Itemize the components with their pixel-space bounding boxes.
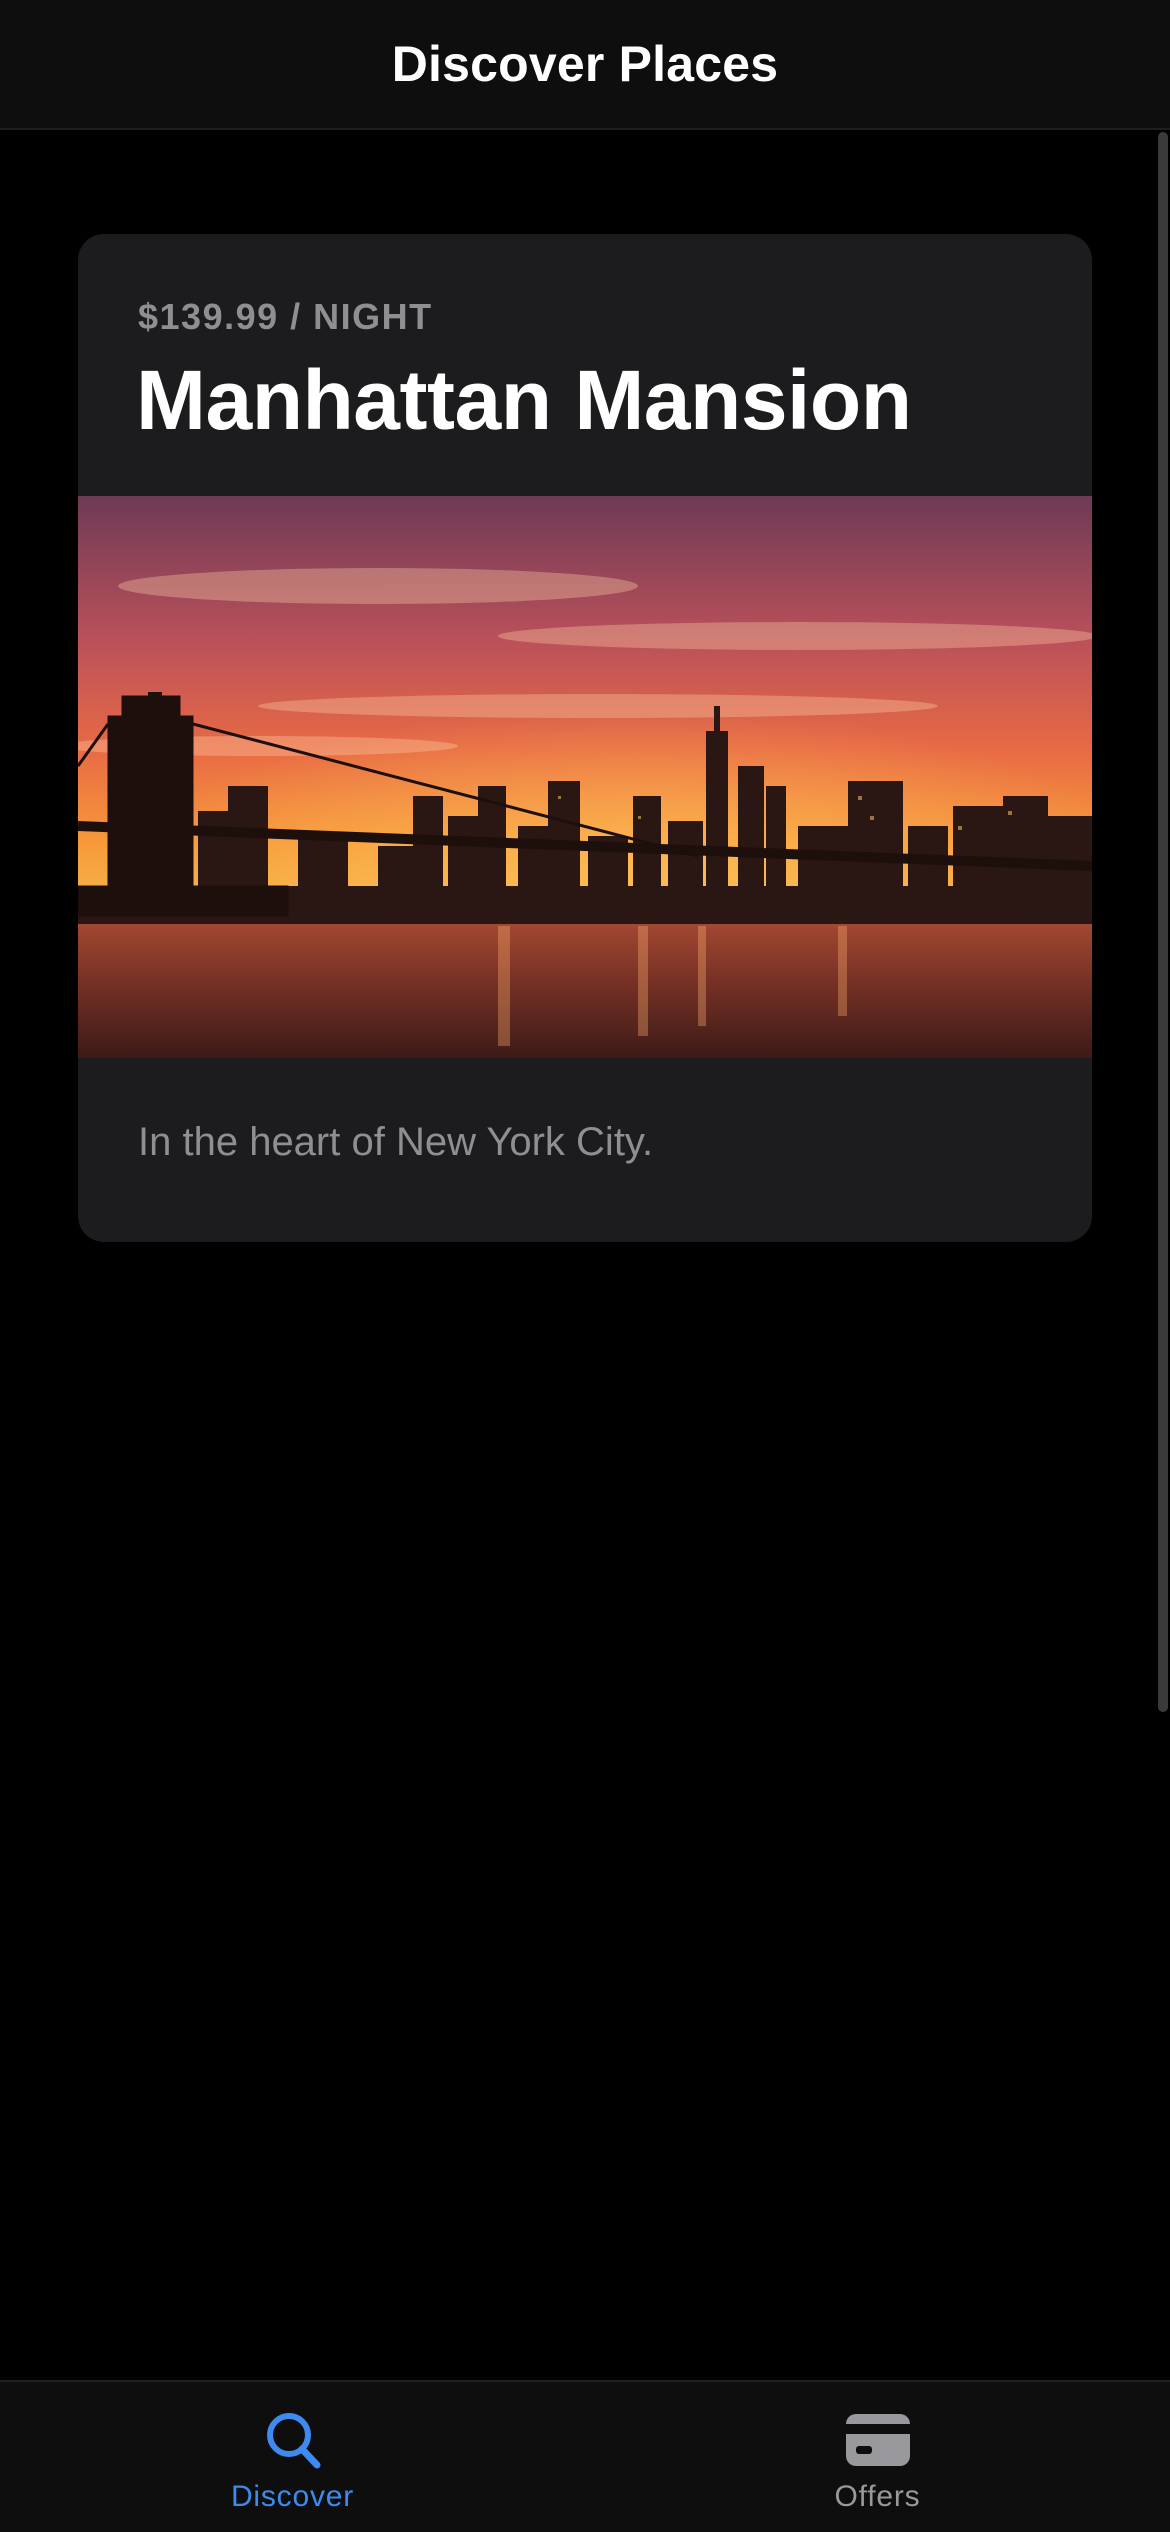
tab-offers-label: Offers — [834, 2480, 921, 2513]
card-icon — [845, 2414, 910, 2466]
place-image — [78, 496, 1092, 1058]
navigation-bar: Discover Places — [0, 0, 1170, 130]
page-title: Discover Places — [391, 36, 779, 92]
search-icon — [266, 2413, 320, 2469]
tab-discover-label: Discover — [230, 2480, 355, 2513]
price-label: $139.99 / NIGHT — [138, 296, 433, 337]
scroll-indicator[interactable] — [1158, 132, 1168, 1712]
place-title: Manhattan Mansion — [136, 353, 912, 447]
place-description: In the heart of New York City. — [138, 1120, 654, 1164]
tab-discover[interactable]: Discover — [0, 2382, 585, 2532]
tab-bar: Discover Offers — [0, 2380, 1170, 2532]
place-card[interactable]: $139.99 / NIGHT Manhattan Mansion In the… — [78, 234, 1092, 1242]
tab-offers[interactable]: Offers — [585, 2382, 1170, 2532]
